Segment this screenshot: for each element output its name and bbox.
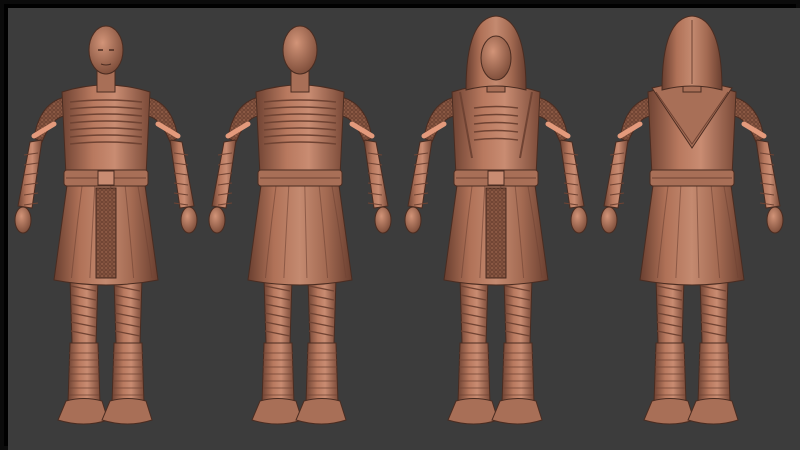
boot-shaft: [67, 342, 101, 404]
mail-front-panel: [95, 187, 117, 279]
belt-buckle: [97, 170, 115, 186]
boot-shaft: [501, 342, 535, 404]
boot-foot: [101, 398, 153, 425]
boot-shaft: [305, 342, 339, 404]
image-frame: [0, 0, 800, 450]
hand: [208, 206, 226, 234]
torso: [255, 84, 345, 177]
boot-foot: [643, 398, 695, 425]
hand: [570, 206, 588, 234]
boot-foot: [447, 398, 499, 425]
tunic-skirt: [639, 177, 745, 286]
boot-shaft: [261, 342, 295, 404]
tunic-skirt: [247, 177, 353, 286]
hand: [404, 206, 422, 234]
hand: [766, 206, 784, 234]
mail-front-panel: [485, 187, 507, 279]
boot-shaft: [111, 342, 145, 404]
hand: [374, 206, 392, 234]
torso: [61, 84, 151, 177]
hand: [14, 206, 32, 234]
hand: [180, 206, 198, 234]
boot-foot: [57, 398, 109, 425]
hand: [600, 206, 618, 234]
boot-shaft: [653, 342, 687, 404]
character-sculpt-turnaround: [8, 8, 800, 450]
boot-foot: [295, 398, 347, 425]
boot-foot: [491, 398, 543, 425]
boot-foot: [687, 398, 739, 425]
face: [480, 35, 512, 81]
boot-shaft: [697, 342, 731, 404]
render-viewport: [8, 8, 800, 450]
head: [282, 25, 318, 75]
boot-shaft: [457, 342, 491, 404]
belt-buckle: [487, 170, 505, 186]
boot-foot: [251, 398, 303, 425]
head: [88, 25, 124, 75]
